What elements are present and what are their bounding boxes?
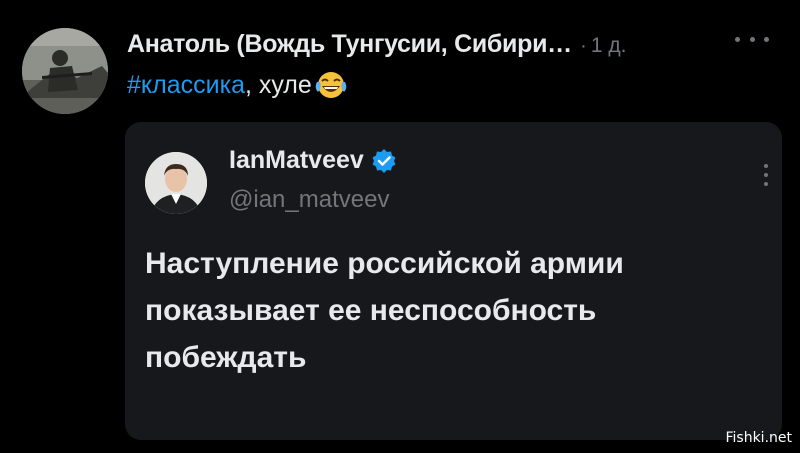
author-avatar[interactable] (22, 28, 108, 114)
quoted-author-avatar[interactable] (145, 152, 207, 214)
watermark: Fishki.net (725, 430, 792, 446)
author-line: Анатоль (Вождь Тунгусии, Сибири … · 1 д. (127, 30, 626, 59)
quoted-author-name[interactable]: IanMatveev (229, 146, 364, 175)
quoted-text-line: побеждать (145, 341, 307, 374)
quoted-text-line: показывает ее неспособность (145, 294, 597, 327)
more-options-icon[interactable] (735, 30, 769, 48)
quoted-tweet-text: Наступление российской армии показывает … (145, 240, 765, 381)
quoted-more-options-icon[interactable] (763, 164, 769, 186)
post: Анатоль (Вождь Тунгусии, Сибири … · 1 д.… (0, 0, 800, 453)
post-text: #классика , хуле (127, 70, 348, 100)
author-name[interactable]: Анатоль (Вождь Тунгусии, Сибири (127, 30, 547, 59)
post-time[interactable]: 1 д. (591, 34, 627, 58)
quoted-text-line: Наступление российской армии (145, 247, 624, 280)
quoted-name-line: IanMatveev (229, 146, 397, 175)
hashtag-link[interactable]: #классика (127, 71, 245, 100)
tears-of-joy-emoji-icon (315, 72, 347, 98)
post-text-body: , хуле (244, 70, 312, 99)
separator: · (580, 35, 587, 57)
verified-badge-icon (372, 148, 396, 173)
quoted-tweet-card[interactable]: IanMatveev @ian_matveev Наступление росс… (125, 122, 782, 440)
quoted-author-handle[interactable]: @ian_matveev (229, 186, 389, 214)
author-name-ellipsis: … (547, 30, 573, 58)
